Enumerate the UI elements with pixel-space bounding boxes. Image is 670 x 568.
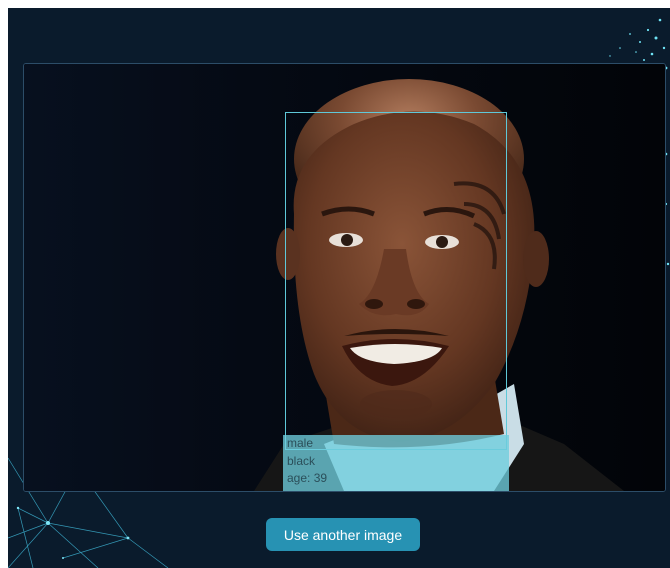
gender-label: male xyxy=(287,436,314,450)
age-label: age: 39 xyxy=(287,471,328,485)
app-container: male black age: 39 Use another image xyxy=(8,8,670,568)
image-viewer: male black age: 39 xyxy=(23,63,666,492)
face-attributes-panel: male black age: 39 xyxy=(283,435,509,491)
face-bounding-box xyxy=(285,112,507,450)
use-another-image-button[interactable]: Use another image xyxy=(266,518,420,551)
race-label: black xyxy=(287,453,316,468)
